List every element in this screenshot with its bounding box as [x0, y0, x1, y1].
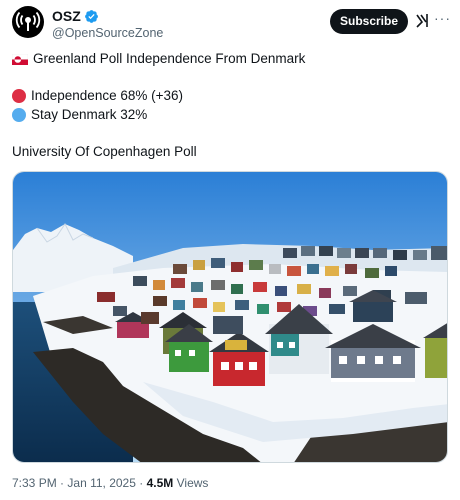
views-count[interactable]: 4.5M — [147, 476, 174, 490]
meta-separator: · — [60, 476, 65, 490]
display-name[interactable]: OSZ — [52, 8, 81, 24]
result-stay-denmark: Stay Denmark 32% — [12, 106, 147, 124]
greenland-flag-icon — [12, 53, 28, 65]
post-time[interactable]: 7:33 PM — [12, 476, 57, 490]
post-header: OSZ @OpenSourceZone Subscribe ··· — [12, 6, 451, 42]
display-name-row: OSZ — [52, 8, 163, 24]
headline-text: Greenland Poll Independence From Denmark — [33, 51, 306, 66]
more-icon[interactable]: ··· — [434, 9, 451, 27]
post-meta: 7:33 PM · Jan 11, 2025 · 4.5M Views — [12, 475, 208, 491]
grok-icon[interactable] — [415, 12, 429, 28]
blue-circle-icon — [12, 108, 26, 122]
handle[interactable]: @OpenSourceZone — [52, 25, 163, 41]
broadcast-icon — [15, 11, 41, 31]
meta-separator: · — [139, 476, 144, 490]
views-label: Views — [176, 476, 209, 490]
red-circle-icon — [12, 89, 26, 103]
result-independence: Independence 68% (+36) — [12, 87, 183, 105]
avatar[interactable] — [12, 6, 44, 38]
post-date[interactable]: Jan 11, 2025 — [67, 476, 136, 490]
result-label: Independence 68% (+36) — [31, 88, 183, 103]
verified-badge-icon — [84, 9, 98, 23]
photo-icon — [13, 172, 447, 462]
result-label: Stay Denmark 32% — [31, 107, 148, 122]
headline-row: Greenland Poll Independence From Denmark — [12, 50, 305, 68]
post-photo[interactable] — [12, 171, 448, 463]
author-names: OSZ @OpenSourceZone — [52, 8, 163, 41]
subscribe-button[interactable]: Subscribe — [330, 9, 408, 34]
source-text: University Of Copenhagen Poll — [12, 144, 197, 159]
